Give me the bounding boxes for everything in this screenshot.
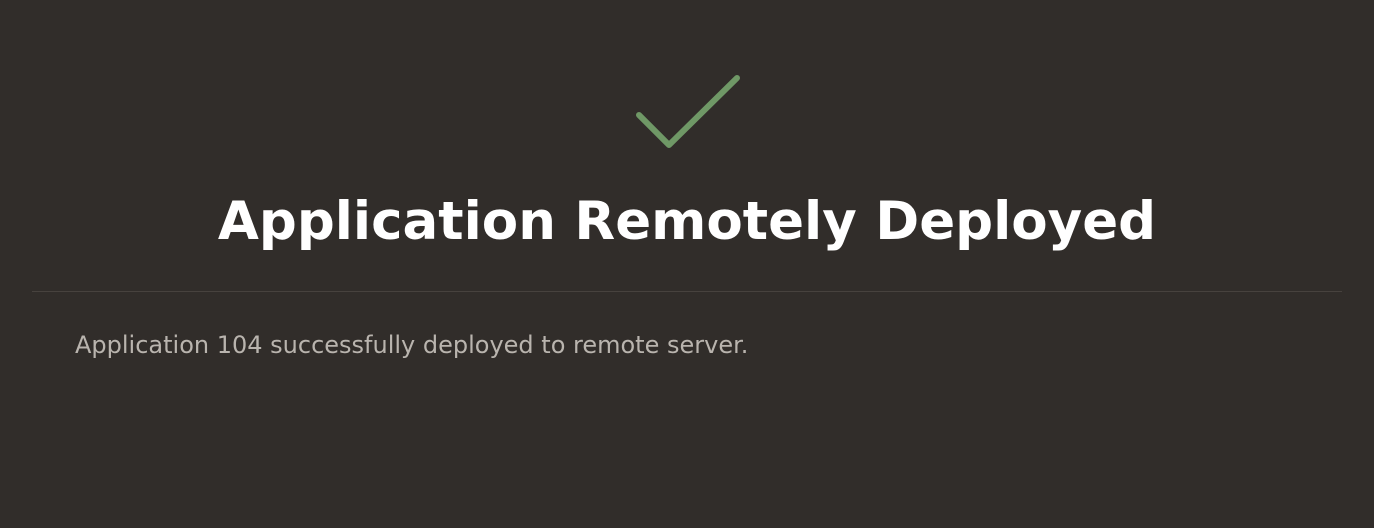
success-message: Application 104 successfully deployed to… <box>75 331 749 359</box>
checkmark-icon <box>636 75 740 148</box>
page-title: Application Remotely Deployed <box>217 191 1157 252</box>
deployment-success-dialog: Application Remotely Deployed Applicatio… <box>0 0 1374 528</box>
section-divider <box>32 291 1342 292</box>
